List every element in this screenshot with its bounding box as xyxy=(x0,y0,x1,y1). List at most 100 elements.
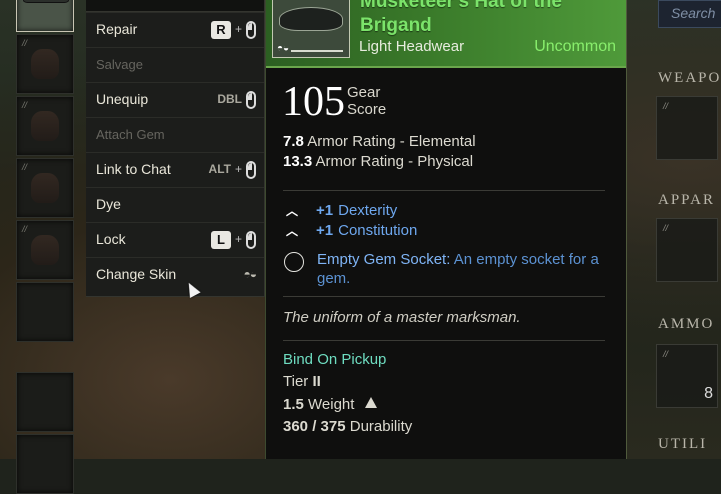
gear-score-value: 105 xyxy=(282,79,345,125)
gem-socket-title: Empty Gem Socket: xyxy=(317,251,451,268)
item-tier: Tier II xyxy=(283,373,321,390)
menu-item-label: Lock xyxy=(96,231,126,247)
item-rarity: Uncommon xyxy=(534,38,616,55)
menu-item-label: Change Skin xyxy=(96,266,177,282)
menu-item-link-to-chat[interactable]: Link to Chat ALT + xyxy=(86,152,264,186)
boots-icon xyxy=(31,235,59,265)
equipment-slot-column: // // // // xyxy=(14,0,76,494)
slot-tier-mark: // xyxy=(663,349,669,359)
durability-value: 360 / 375 xyxy=(283,418,346,435)
mouse-icon xyxy=(246,20,256,39)
equipment-slot-feet[interactable]: // xyxy=(16,220,74,280)
equipment-slot-amulet[interactable] xyxy=(16,372,74,432)
slot-tier-mark: // xyxy=(663,101,669,111)
chest-armor-icon xyxy=(31,49,59,79)
stat-armor-elemental: 7.8 Armor Rating - Elemental xyxy=(283,133,476,150)
shortcut-hint: L + xyxy=(210,223,256,256)
stat-label: Armor Rating - Elemental xyxy=(307,133,476,150)
context-menu-header xyxy=(86,0,264,12)
gear-score-label: Gear Score xyxy=(347,84,387,118)
gem-socket-text: Empty Gem Socket: An empty socket for a … xyxy=(317,250,617,288)
tier-label: Tier xyxy=(283,373,309,390)
equipment-slot-head[interactable] xyxy=(16,0,74,32)
item-type: Light Headwear xyxy=(359,38,465,55)
equipment-slot-chest[interactable]: // xyxy=(16,34,74,94)
menu-item-change-skin[interactable]: Change Skin ◓◒ xyxy=(86,257,264,291)
stat-label: Armor Rating - Physical xyxy=(315,153,474,170)
chevron-up-icon: ︿ xyxy=(286,224,299,238)
item-name: Musketeer's Hat of the Brigand xyxy=(360,0,620,38)
weight-icon xyxy=(364,397,377,408)
hat-icon xyxy=(279,7,343,31)
keycap: R xyxy=(210,20,231,39)
inventory-slot[interactable]: // xyxy=(656,96,718,160)
section-ammo[interactable]: AMMO xyxy=(658,316,714,333)
shortcut-text: DBL xyxy=(217,92,242,106)
inventory-slot[interactable]: // xyxy=(656,218,718,282)
binding-status: Bind On Pickup xyxy=(283,351,387,368)
item-tooltip: ◓◒ Musketeer's Hat of the Brigand Light … xyxy=(265,0,627,459)
flavor-text: The uniform of a master marksman. xyxy=(283,309,521,326)
plus-sign: + xyxy=(234,162,242,176)
menu-item-unequip[interactable]: Unequip DBL xyxy=(86,82,264,116)
shortcut-hint: ◓◒ xyxy=(244,258,257,291)
menu-item-label: Repair xyxy=(96,21,138,37)
section-utility[interactable]: UTILI xyxy=(658,436,707,453)
durability-bar xyxy=(291,50,343,52)
divider xyxy=(283,190,605,191)
mask-icon: ◓◒ xyxy=(277,43,290,54)
slot-tier-mark: // xyxy=(22,162,28,172)
slot-tier-mark: // xyxy=(22,224,28,234)
stat-value: 13.3 xyxy=(283,153,313,170)
equipment-slot-legs[interactable]: // xyxy=(16,158,74,218)
weight-value: 1.5 xyxy=(283,396,304,413)
tier-value: II xyxy=(312,373,321,390)
menu-item-repair[interactable]: Repair R + xyxy=(86,12,264,46)
weight-label: Weight xyxy=(308,396,355,413)
slot-tier-mark: // xyxy=(22,100,28,110)
menu-item-salvage: Salvage xyxy=(86,47,264,81)
menu-item-lock[interactable]: Lock L + xyxy=(86,222,264,256)
slot-tier-mark: // xyxy=(22,38,28,48)
mask-icon: ◓◒ xyxy=(243,267,257,281)
inventory-slot-arrows[interactable]: // 8 xyxy=(656,344,718,408)
item-name-line1: Musketeer's Hat of the xyxy=(360,0,562,12)
item-context-menu: Repair R + Salvage Unequip DBL Attach Ge… xyxy=(86,0,265,297)
menu-item-label: Unequip xyxy=(96,91,149,107)
empty-socket-icon xyxy=(284,252,304,272)
equipment-slot-shield[interactable] xyxy=(16,282,74,342)
perk-value: +1 xyxy=(316,202,334,219)
perk-constitution: ︿ +1 Constitution xyxy=(286,222,417,239)
stack-quantity: 8 xyxy=(704,385,713,402)
item-name-line2: Brigand xyxy=(360,15,432,36)
menu-item-label: Dye xyxy=(96,196,121,212)
menu-item-attach-gem: Attach Gem xyxy=(86,117,264,151)
section-weapons[interactable]: WEAPO xyxy=(658,70,721,87)
helmet-icon xyxy=(23,0,69,3)
divider xyxy=(283,340,605,341)
gloves-icon xyxy=(31,111,59,141)
equipment-slot-ring[interactable] xyxy=(16,434,74,494)
equipment-slot-hands[interactable]: // xyxy=(16,96,74,156)
inventory-panel: Search WEAPO // APPAR // AMMO // 8 UTILI xyxy=(640,0,721,459)
item-thumbnail: ◓◒ xyxy=(272,0,350,58)
plus-sign: + xyxy=(234,232,242,246)
mouse-icon xyxy=(246,230,256,249)
mouse-icon xyxy=(246,90,256,109)
slot-tier-mark: // xyxy=(663,223,669,233)
inventory-search-input[interactable]: Search xyxy=(658,0,721,28)
divider xyxy=(283,296,605,297)
durability-label: Durability xyxy=(349,418,413,435)
stat-armor-physical: 13.3 Armor Rating - Physical xyxy=(283,153,473,170)
perk-label: Constitution xyxy=(338,222,418,239)
menu-item-label: Attach Gem xyxy=(96,127,165,142)
stat-value: 7.8 xyxy=(283,133,304,150)
mouse-icon xyxy=(246,160,256,179)
plus-sign: + xyxy=(234,22,242,36)
menu-item-dye[interactable]: Dye xyxy=(86,187,264,221)
item-weight: 1.5 Weight xyxy=(283,396,377,413)
shortcut-hint: R + xyxy=(210,13,256,46)
shortcut-hint: DBL xyxy=(217,83,256,116)
section-apparel[interactable]: APPAR xyxy=(658,192,715,209)
item-durability: 360 / 375 Durability xyxy=(283,418,412,435)
